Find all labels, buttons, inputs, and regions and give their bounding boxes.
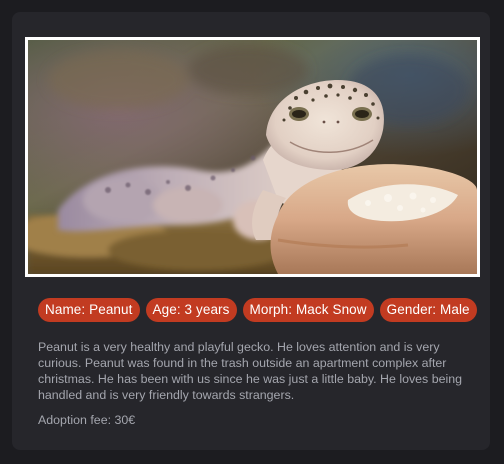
pet-description: Peanut is a very healthy and playful gec…	[38, 340, 463, 403]
pet-card: Name: Peanut Age: 3 years Morph: Mack Sn…	[12, 12, 490, 450]
gecko-image	[28, 40, 477, 274]
name-tag: Name: Peanut	[38, 298, 140, 322]
age-tag: Age: 3 years	[145, 298, 237, 322]
adoption-fee: Adoption fee: 30€	[38, 413, 136, 427]
gender-tag: Gender: Male	[379, 298, 477, 322]
pet-tags: Name: Peanut Age: 3 years Morph: Mack Sn…	[38, 298, 478, 322]
pet-photo	[25, 37, 480, 277]
morph-tag: Morph: Mack Snow	[242, 298, 374, 322]
